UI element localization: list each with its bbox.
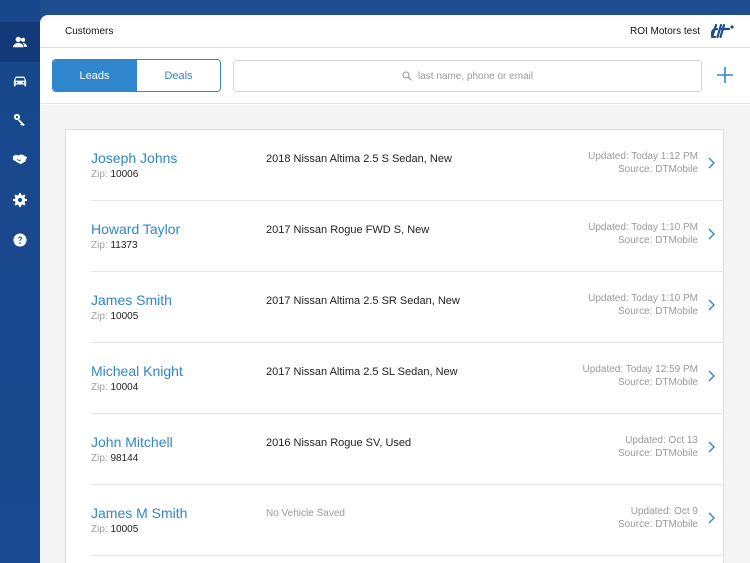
list-item[interactable]: Howard Taylor Zip: 11373 2017 Nissan Rog… (66, 201, 723, 272)
zip-value: 10005 (110, 311, 139, 322)
lead-name: Joseph Johns (91, 150, 178, 166)
chevron-right-icon (708, 441, 715, 453)
page-title: Customers (65, 26, 114, 37)
handshake-icon (13, 154, 27, 165)
leads-deals-segmented-control: Leads Deals (52, 59, 221, 92)
lead-name: John Mitchell (91, 434, 173, 450)
lead-source: Source: DTMobile (617, 519, 698, 530)
lead-vehicle: 2017 Nissan Rogue FWD S, New (266, 224, 430, 236)
car-icon (13, 76, 27, 87)
dealer-name: ROI Motors test (629, 26, 700, 37)
dt-logo-icon (710, 23, 734, 39)
lead-vehicle: No Vehicle Saved (266, 508, 345, 519)
divider (91, 555, 723, 556)
lead-meta: Updated: Today 1:12 PM Source: DTMobile (588, 150, 698, 176)
chevron-right-icon (708, 370, 715, 382)
lead-vehicle: 2016 Nissan Rogue SV, Used (266, 437, 412, 449)
lead-zip: Zip: 11373 (91, 240, 138, 251)
chevron-right-icon (708, 228, 715, 240)
lead-updated: Updated: Today 1:12 PM (588, 151, 698, 162)
zip-label: Zip: (91, 382, 108, 393)
sidebar-item-customers[interactable] (0, 22, 40, 62)
lead-source: Source: DTMobile (617, 377, 698, 388)
main-panel: Customers ROI Motors test Leads Deals Jo… (40, 15, 750, 563)
lead-name: James M Smith (91, 505, 188, 521)
zip-value: 10006 (110, 169, 139, 180)
lead-name: James Smith (91, 292, 172, 308)
tab-deals[interactable]: Deals (136, 60, 220, 91)
zip-label: Zip: (91, 453, 108, 464)
search-box[interactable] (233, 60, 702, 92)
gear-icon (13, 193, 27, 207)
lead-updated: Updated: Today 1:10 PM (588, 293, 698, 304)
lead-updated: Updated: Oct 13 (625, 435, 698, 446)
lead-name: Howard Taylor (91, 221, 181, 237)
lead-vehicle: 2017 Nissan Altima 2.5 SR Sedan, New (266, 295, 460, 307)
lead-updated: Updated: Oct 9 (630, 506, 698, 517)
lead-updated: Updated: Today 1:10 PM (588, 222, 698, 233)
lead-zip: Zip: 98144 (91, 453, 138, 464)
lead-meta: Updated: Today 1:10 PM Source: DTMobile (588, 292, 698, 318)
zip-label: Zip: (91, 524, 108, 535)
zip-value: 10005 (110, 524, 139, 535)
zip-label: Zip: (91, 169, 108, 180)
lead-source: Source: DTMobile (617, 448, 698, 459)
lead-zip: Zip: 10006 (91, 169, 138, 180)
list-item[interactable]: Micheal Knight Zip: 10004 2017 Nissan Al… (66, 343, 723, 414)
sidebar-item-settings[interactable] (0, 180, 40, 220)
zip-value: 10004 (110, 382, 139, 393)
zip-value: 11373 (110, 240, 138, 251)
lead-source: Source: DTMobile (617, 164, 698, 175)
zip-label: Zip: (91, 311, 108, 322)
chevron-right-icon (708, 299, 715, 311)
lead-meta: Updated: Today 1:10 PM Source: DTMobile (588, 221, 698, 247)
lead-vehicle: 2018 Nissan Altima 2.5 S Sedan, New (266, 153, 452, 165)
sidebar-item-deals[interactable] (0, 139, 40, 179)
search-input[interactable] (418, 70, 533, 82)
lead-name: Micheal Knight (91, 363, 183, 379)
content-area: Joseph Johns Zip: 10006 2018 Nissan Alti… (40, 105, 750, 563)
lead-zip: Zip: 10005 (91, 524, 138, 535)
lead-meta: Updated: Oct 9 Source: DTMobile (618, 505, 698, 531)
plus-icon[interactable] (716, 66, 734, 84)
list-item[interactable]: James M Smith Zip: 10005 No Vehicle Save… (66, 485, 723, 556)
sidebar-item-help[interactable] (0, 220, 40, 260)
zip-label: Zip: (91, 240, 108, 251)
list-item[interactable]: John Mitchell Zip: 98144 2016 Nissan Rog… (66, 414, 723, 485)
list-item[interactable]: Joseph Johns Zip: 10006 2018 Nissan Alti… (66, 130, 723, 201)
help-icon (13, 233, 27, 247)
sidebar-item-keys[interactable] (0, 100, 40, 140)
chevron-right-icon (708, 512, 715, 524)
people-icon (13, 36, 27, 48)
leads-list: Joseph Johns Zip: 10006 2018 Nissan Alti… (65, 129, 724, 563)
key-tag-icon (13, 113, 25, 127)
lead-meta: Updated: Oct 13 Source: DTMobile (618, 434, 698, 460)
list-item[interactable]: James Smith Zip: 10005 2017 Nissan Altim… (66, 272, 723, 343)
chevron-right-icon (708, 157, 715, 169)
search-icon (402, 71, 412, 81)
lead-vehicle: 2017 Nissan Altima 2.5 SL Sedan, New (266, 366, 458, 378)
zip-value: 98144 (110, 453, 139, 464)
lead-source: Source: DTMobile (617, 306, 698, 317)
lead-meta: Updated: Today 12:59 PM Source: DTMobile (583, 363, 698, 389)
tab-leads[interactable]: Leads (53, 60, 136, 91)
lead-updated: Updated: Today 12:59 PM (582, 364, 698, 375)
sidebar (0, 0, 40, 563)
sidebar-item-inventory[interactable] (0, 61, 40, 101)
header-bar: Customers ROI Motors test (40, 15, 750, 48)
toolbar: Leads Deals (40, 49, 750, 104)
lead-zip: Zip: 10005 (91, 311, 138, 322)
lead-source: Source: DTMobile (617, 235, 698, 246)
lead-zip: Zip: 10004 (91, 382, 138, 393)
